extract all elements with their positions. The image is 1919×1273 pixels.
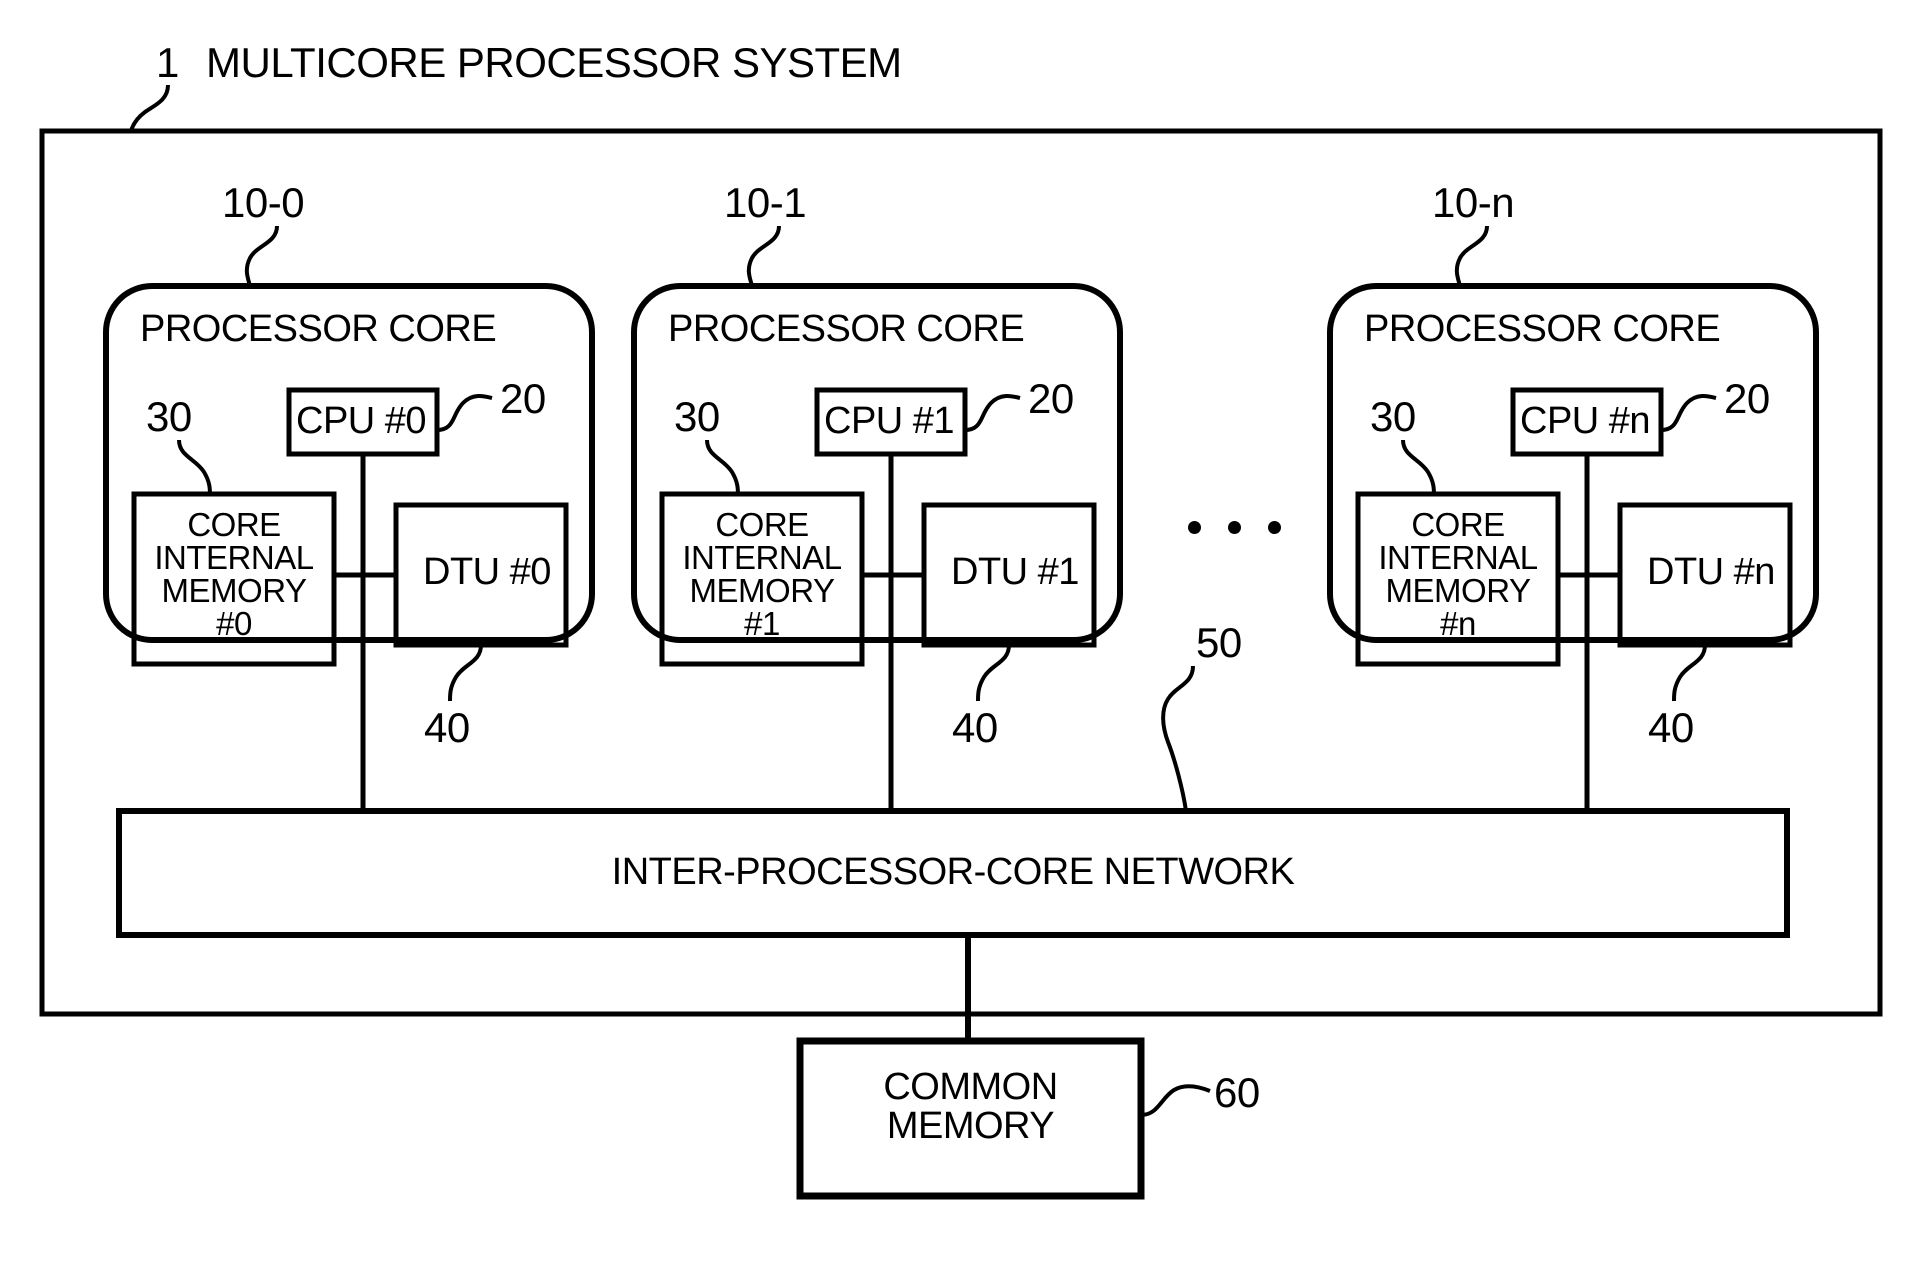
core-n-cpu-ref-label: 20 — [1724, 375, 1770, 422]
dtu-1-ref-leader — [976, 644, 1011, 702]
core-0-memory-ref-label: 30 — [146, 393, 192, 440]
core-n-ref-leader — [1454, 225, 1489, 287]
core-n-dtu-ref-label: 40 — [1648, 704, 1694, 751]
common-memory-ref-leader — [1140, 1084, 1211, 1117]
core-0-ref-leader — [244, 225, 279, 287]
core-1-ref-leader — [746, 225, 781, 287]
cpu-1-ref-leader — [964, 394, 1021, 432]
figure-canvas: 1 MULTICORE PROCESSOR SYSTEM 10-0 PROCES… — [0, 0, 1919, 1273]
memory-0-ref-leader — [177, 439, 212, 497]
core-1-title: PROCESSOR CORE — [668, 308, 1025, 350]
inter-processor-core-network-label: INTER-PROCESSOR-CORE NETWORK — [611, 851, 1295, 893]
system-ref-number: 1 — [156, 39, 179, 86]
network-ref-label: 50 — [1196, 619, 1242, 666]
dtu-0-ref-leader — [448, 644, 483, 702]
cpu-0-label: CPU #0 — [296, 400, 427, 442]
memory-1-ref-leader — [705, 439, 740, 497]
cpu-0-ref-leader — [436, 394, 493, 432]
core-internal-memory-n-label: CORE INTERNAL MEMORY #n — [1378, 506, 1538, 642]
dtu-0-label: DTU #0 — [423, 551, 551, 593]
core-n-title: PROCESSOR CORE — [1364, 308, 1721, 350]
dtu-1-label: DTU #1 — [951, 551, 1079, 593]
common-memory-ref-label: 60 — [1214, 1069, 1260, 1116]
core-n-ref-label: 10-n — [1432, 179, 1515, 226]
dtu-n-ref-leader — [1672, 644, 1707, 702]
core-1-cpu-ref-label: 20 — [1028, 375, 1074, 422]
ellipsis-dot — [1188, 521, 1201, 534]
core-1-ref-label: 10-1 — [724, 179, 807, 226]
core-1-dtu-ref-label: 40 — [952, 704, 998, 751]
cpu-n-ref-leader — [1660, 394, 1717, 432]
memory-n-ref-leader — [1401, 439, 1436, 497]
core-0-ref-label: 10-0 — [222, 179, 305, 226]
core-0-cpu-ref-label: 20 — [500, 375, 546, 422]
common-memory-label: COMMON MEMORY — [883, 1066, 1058, 1147]
core-0-dtu-ref-label: 40 — [424, 704, 470, 751]
core-0-title: PROCESSOR CORE — [140, 308, 497, 350]
cpu-1-label: CPU #1 — [824, 400, 955, 442]
core-1-memory-ref-label: 30 — [674, 393, 720, 440]
system-ref-leader — [129, 84, 170, 132]
core-n-memory-ref-label: 30 — [1370, 393, 1416, 440]
dtu-n-label: DTU #n — [1647, 551, 1775, 593]
ellipsis-dot — [1268, 521, 1281, 534]
core-internal-memory-1-label: CORE INTERNAL MEMORY #1 — [682, 506, 842, 642]
core-internal-memory-0-label: CORE INTERNAL MEMORY #0 — [154, 506, 314, 642]
cpu-n-label: CPU #n — [1520, 400, 1651, 442]
network-ref-leader — [1161, 665, 1195, 812]
page-title: MULTICORE PROCESSOR SYSTEM — [206, 39, 902, 86]
ellipsis-dot — [1228, 521, 1241, 534]
